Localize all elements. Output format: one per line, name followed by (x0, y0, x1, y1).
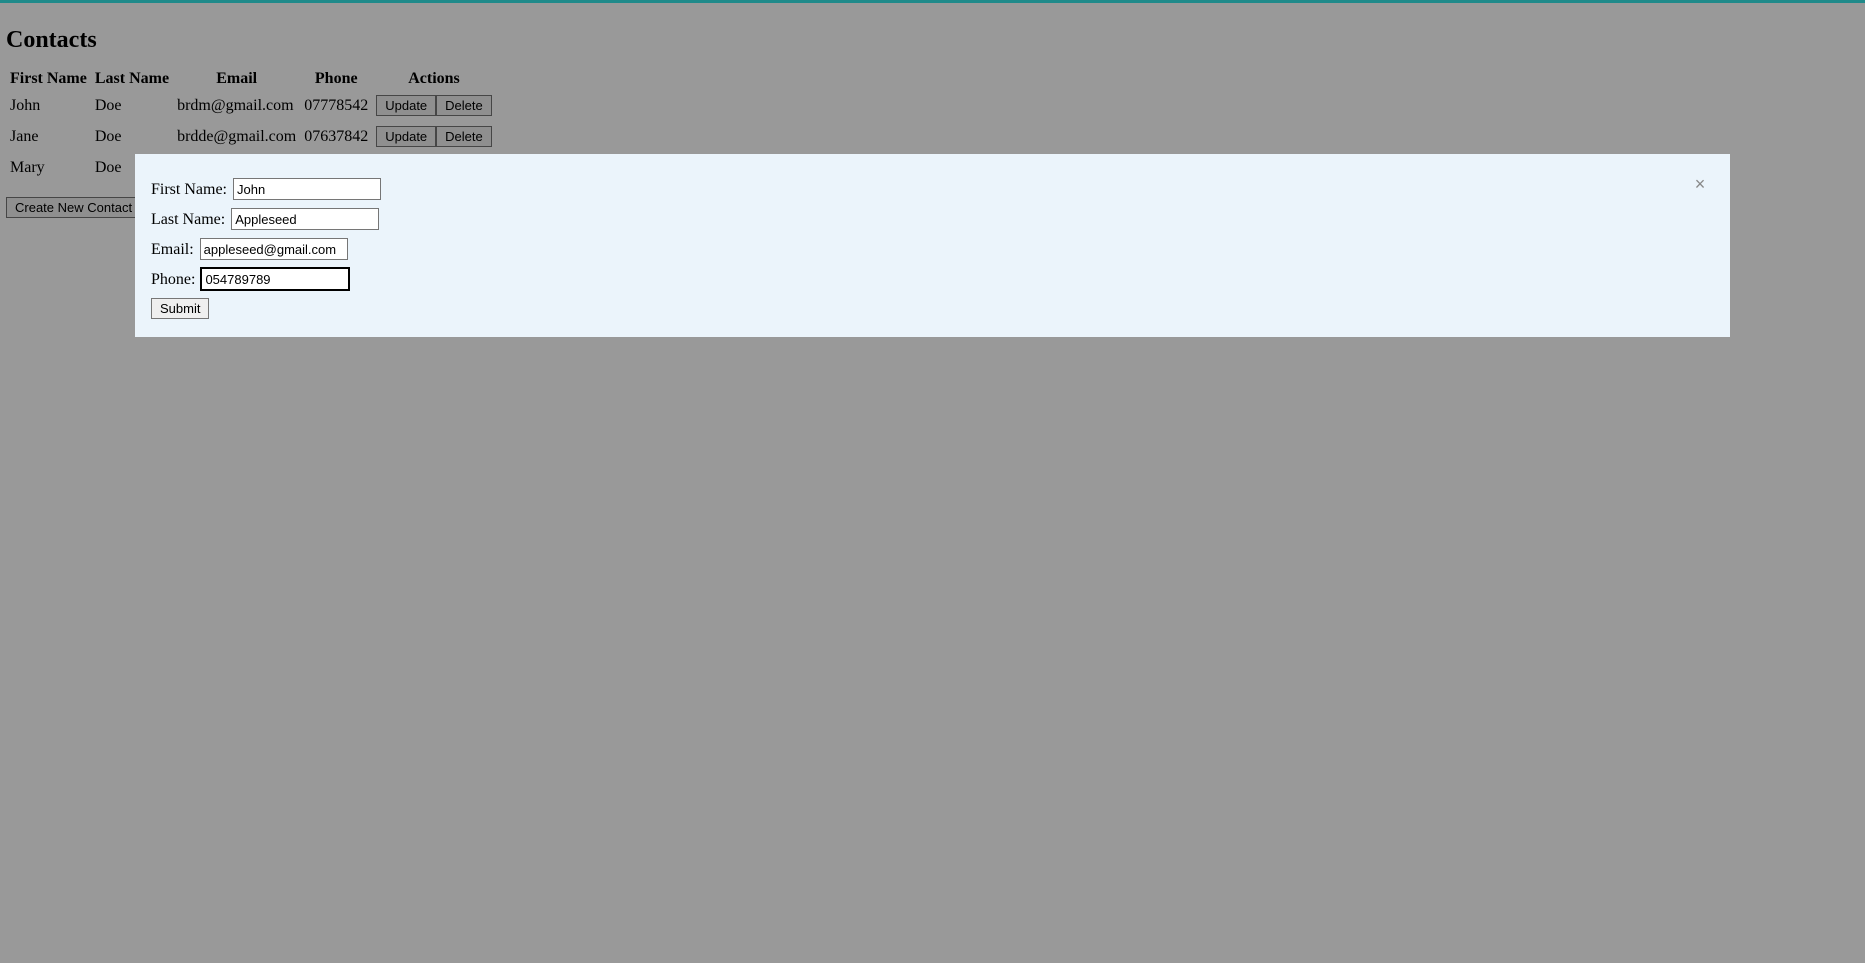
form-row-last-name: Last Name: (151, 208, 1714, 230)
last-name-label: Last Name: (151, 211, 225, 228)
first-name-input[interactable] (233, 178, 381, 200)
form-row-first-name: First Name: (151, 178, 1714, 200)
modal-overlay[interactable] (0, 3, 1865, 963)
email-input[interactable] (200, 238, 348, 260)
form-submit-row: Submit (151, 298, 1714, 319)
last-name-input[interactable] (231, 208, 379, 230)
submit-button[interactable]: Submit (151, 298, 209, 319)
form-row-email: Email: (151, 238, 1714, 260)
first-name-label: First Name: (151, 181, 227, 198)
close-icon[interactable]: × (1692, 176, 1708, 192)
phone-input[interactable] (201, 268, 349, 290)
contact-form-modal: × First Name: Last Name: Email: Phone: S… (135, 154, 1730, 337)
phone-label: Phone: (151, 271, 195, 288)
form-row-phone: Phone: (151, 268, 1714, 290)
email-label: Email: (151, 241, 194, 258)
